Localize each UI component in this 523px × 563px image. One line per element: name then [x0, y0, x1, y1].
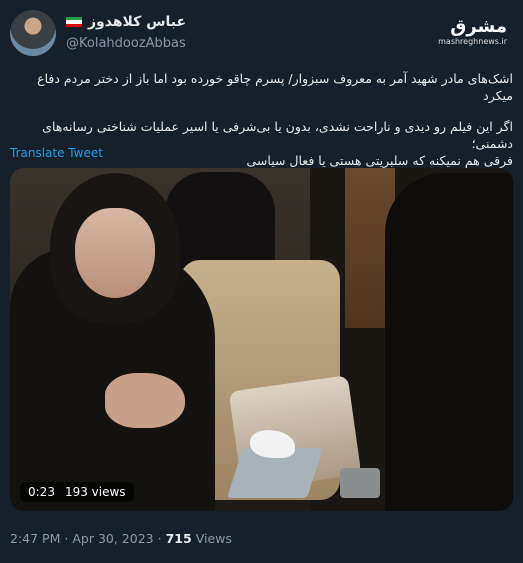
user-handle[interactable]: @KolahdoozAbbas — [66, 36, 186, 51]
video-woman-face — [75, 208, 155, 298]
name-row: عباس کلاهدوز — [66, 14, 186, 30]
video-background-person — [165, 172, 275, 272]
video-views: 193 views — [64, 485, 126, 499]
iran-flag-icon — [66, 16, 82, 28]
views-label: Views — [195, 531, 232, 546]
dot-separator: · — [157, 531, 162, 546]
tweet-date[interactable]: Apr 30, 2023 — [72, 531, 153, 546]
tweet-time[interactable]: 2:47 PM — [10, 531, 60, 546]
avatar[interactable] — [10, 10, 56, 56]
views-count: 715 — [165, 531, 192, 546]
tweet-text: اشک‌های مادر شهید آمر به معروف سبزوار/ پ… — [10, 70, 513, 183]
video-cup — [340, 468, 380, 498]
video-person-right — [385, 173, 513, 511]
video-info-pill: 0:23 193 views — [20, 482, 134, 502]
watermark-main: مشرق — [450, 16, 507, 37]
watermark-logo: مشرق mashreghnews.ir — [438, 16, 507, 46]
translate-tweet-link[interactable]: Translate Tweet — [10, 146, 103, 160]
tweet-header: عباس کلاهدوز @KolahdoozAbbas مشرق mashre… — [10, 10, 513, 60]
video-time: 0:23 — [28, 485, 55, 499]
dot-separator: · — [64, 531, 69, 546]
tweet-footer: 2:47 PM · Apr 30, 2023 · 715 Views — [10, 531, 232, 546]
tweet-line-1: اشک‌های مادر شهید آمر به معروف سبزوار/ پ… — [37, 71, 513, 103]
video-player[interactable]: 0:23 193 views — [10, 168, 513, 511]
display-name[interactable]: عباس کلاهدوز — [88, 14, 186, 30]
video-woman-hand — [105, 373, 185, 428]
watermark-sub: mashreghnews.ir — [438, 37, 507, 46]
